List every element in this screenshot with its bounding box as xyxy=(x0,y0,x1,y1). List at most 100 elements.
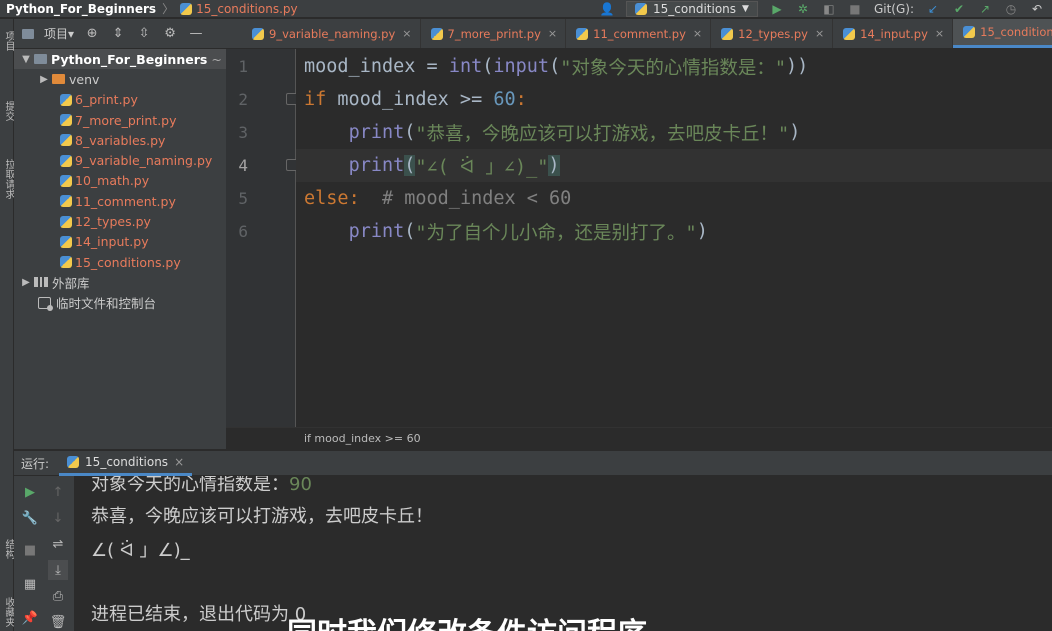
python-file-icon xyxy=(576,27,589,40)
close-icon[interactable]: × xyxy=(935,27,944,40)
code-line-current: print("∠( ᐛ 」∠)_") xyxy=(296,149,1052,182)
run-icon[interactable]: ▶ xyxy=(770,2,784,16)
video-subtitle: 同时我们修改条件访问程序 xyxy=(287,620,847,631)
chevron-right-icon[interactable]: ▶ xyxy=(36,74,52,85)
run-console[interactable]: 对象今天的心情指数是：90 恭喜，今晚应该可以打游戏，去吧皮卡丘！ ∠( ᐛ 」… xyxy=(74,476,1052,631)
tree-item-label: venv xyxy=(69,71,100,87)
collapse-all-icon[interactable]: ⇳ xyxy=(136,26,152,42)
hide-panel-icon[interactable]: — xyxy=(188,26,204,42)
code-token: mood_index xyxy=(304,56,416,77)
run-panel-title: 运行: xyxy=(21,456,50,471)
breadcrumb-file[interactable]: 15_conditions.py xyxy=(196,2,298,16)
line-number: 2 xyxy=(238,90,248,109)
close-icon[interactable]: × xyxy=(402,27,411,40)
code-token: ( xyxy=(404,155,416,176)
python-file-icon xyxy=(635,3,648,15)
python-file-icon xyxy=(60,256,72,269)
code-line: mood_index = int(input("对象今天的心情指数是：")) xyxy=(296,50,1052,83)
scratch-icon xyxy=(38,296,53,311)
git-push-icon[interactable]: ↗ xyxy=(978,2,992,16)
tab-file[interactable]: 9_variable_naming.py × xyxy=(226,19,421,48)
tree-item-file[interactable]: 10_math.py xyxy=(14,171,226,191)
chevron-right-icon[interactable]: ▶ xyxy=(18,277,34,288)
tab-file[interactable]: 12_types.py × xyxy=(711,19,834,48)
tree-item-scratches[interactable]: 临时文件和控制台 xyxy=(14,293,226,313)
line-number: 4 xyxy=(238,156,248,175)
code-token: ) xyxy=(696,221,708,242)
close-icon[interactable]: × xyxy=(174,455,184,469)
project-panel-toolbar: 项目▾ ⊕ ⇕ ⇳ ⚙ — xyxy=(14,19,226,49)
tree-item-external-libraries[interactable]: ▶ 外部库 xyxy=(14,272,226,292)
code-editor[interactable]: mood_index = int(input("对象今天的心情指数是：")) i… xyxy=(296,49,1052,427)
line-number: 6 xyxy=(238,222,248,241)
rerun-icon[interactable]: ▶ xyxy=(20,482,40,502)
git-commit-icon[interactable]: ✔ xyxy=(952,2,966,16)
pin-icon[interactable]: 📌 xyxy=(20,608,40,628)
editor-breadcrumb[interactable]: if mood_index >= 60 xyxy=(226,427,1052,449)
tree-item-file[interactable]: 11_comment.py xyxy=(14,191,226,211)
arrow-down-icon[interactable]: ↓ xyxy=(48,508,68,528)
code-token: : xyxy=(515,89,527,110)
code-token: "恭喜，今晚应该可以打游戏，去吧皮卡丘！" xyxy=(415,123,790,145)
tab-file[interactable]: 11_comment.py × xyxy=(566,19,712,48)
debug-icon[interactable]: ✲ xyxy=(796,2,810,16)
tab-file[interactable]: 7_more_print.py × xyxy=(421,19,567,48)
layout-icon[interactable]: ▦ xyxy=(20,574,40,594)
code-token: "对象今天的心情指数是：" xyxy=(560,57,786,79)
tree-item-file[interactable]: 8_variables.py xyxy=(14,130,226,150)
git-update-icon[interactable]: ↙ xyxy=(926,2,940,16)
project-view-select[interactable]: 项目▾ xyxy=(44,25,74,42)
tree-item-venv[interactable]: ▶ venv xyxy=(14,69,226,89)
stop-icon[interactable]: ■ xyxy=(20,540,40,560)
stop-icon[interactable]: ■ xyxy=(848,2,862,16)
tree-item-root[interactable]: ▼ Python_For_Beginners ~ xyxy=(14,49,226,70)
tree-item-file[interactable]: 15_conditions.py xyxy=(14,252,226,272)
arrow-up-icon[interactable]: ↑ xyxy=(48,482,68,502)
undo-icon[interactable]: ↶ xyxy=(1030,2,1044,16)
gear-icon[interactable]: ⚙ xyxy=(162,26,178,42)
run-config-select[interactable]: 15_conditions ▼ xyxy=(626,1,758,17)
close-icon[interactable]: × xyxy=(815,27,824,40)
breadcrumb-project[interactable]: Python_For_Beginners xyxy=(0,2,156,16)
folder-icon xyxy=(22,28,34,39)
tree-item-file[interactable]: 14_input.py xyxy=(14,232,226,252)
run-tab[interactable]: 15_conditions × xyxy=(59,451,193,476)
chevron-down-icon[interactable]: ▼ xyxy=(18,54,34,65)
console-line: 对象今天的心情指数是：90 xyxy=(91,476,312,496)
tree-item-label: 8_variables.py xyxy=(75,132,166,148)
tree-item-file[interactable]: 7_more_print.py xyxy=(14,110,226,130)
code-line: if mood_index >= 60: xyxy=(296,83,1052,116)
python-file-icon xyxy=(963,26,976,38)
tree-item-label: 11_comment.py xyxy=(75,193,176,209)
python-file-icon xyxy=(60,93,72,106)
coverage-icon[interactable]: ◧ xyxy=(822,2,836,16)
wrench-icon[interactable]: 🔧 xyxy=(20,508,40,528)
user-icon[interactable]: 👤 xyxy=(600,2,615,16)
history-icon[interactable]: ◷ xyxy=(1004,2,1018,16)
locate-file-icon[interactable]: ⊕ xyxy=(84,26,100,42)
tree-item-file[interactable]: 9_variable_naming.py xyxy=(14,150,226,170)
python-file-icon xyxy=(60,134,72,147)
soft-wrap-icon[interactable]: ⇌ xyxy=(48,534,68,554)
code-token: ) xyxy=(789,122,801,143)
run-config-label: 15_conditions xyxy=(653,2,737,16)
close-icon[interactable]: × xyxy=(548,27,557,40)
tab-file[interactable]: 14_input.py × xyxy=(833,19,954,48)
tree-item-label: 15_conditions.py xyxy=(75,254,181,270)
tree-item-label: 10_math.py xyxy=(75,173,150,189)
close-icon[interactable]: × xyxy=(693,27,702,40)
line-number: 5 xyxy=(238,189,248,208)
tab-file-active[interactable]: 15_conditions.py × xyxy=(953,19,1052,48)
trash-icon[interactable]: 🗑 xyxy=(48,612,68,631)
tree-item-file[interactable]: 12_types.py xyxy=(14,211,226,231)
scroll-to-end-icon[interactable]: ⤓ xyxy=(48,560,68,580)
print-icon[interactable]: ⎙ xyxy=(48,586,68,606)
tree-item-file[interactable]: 6_print.py xyxy=(14,90,226,110)
expand-all-icon[interactable]: ⇕ xyxy=(110,26,126,42)
code-token: = xyxy=(415,56,449,77)
code-token: print xyxy=(348,155,405,176)
code-token: )) xyxy=(786,56,809,77)
code-token: ( xyxy=(549,56,561,77)
